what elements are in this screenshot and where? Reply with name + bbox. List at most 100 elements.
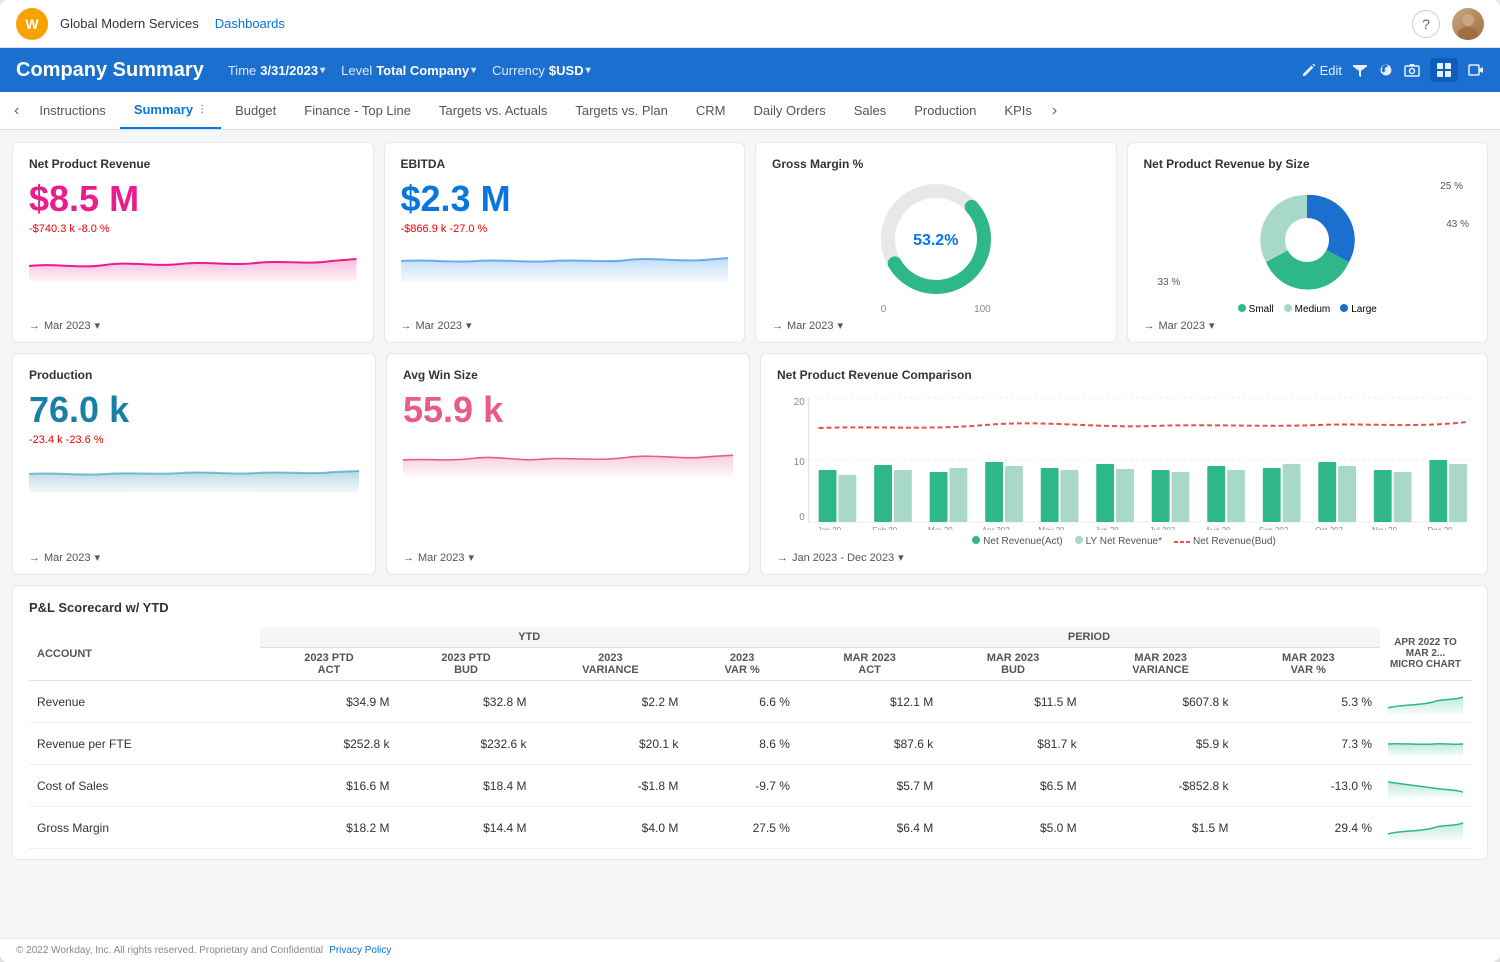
- cell-ytd-bud: $32.8 M: [397, 681, 534, 723]
- kpi-value-net-product-revenue: $8.5 M: [29, 179, 357, 219]
- camera-icon[interactable]: [1404, 62, 1420, 78]
- tab-more-icon[interactable]: ⋮: [197, 104, 207, 115]
- svg-text:Oct 202..: Oct 202..: [1315, 526, 1347, 530]
- card-gross-margin: Gross Margin % 53.2% 0 100: [755, 142, 1117, 343]
- col-ytd-act: 2023 PTDACT: [260, 648, 397, 681]
- card-footer-net-product-revenue[interactable]: → Mar 2023 ▾: [29, 319, 357, 332]
- app-footer: © 2022 Workday, Inc. All rights reserved…: [0, 938, 1500, 962]
- card-production: Production 76.0 k -23.4 k -23.6 %: [12, 353, 376, 575]
- cell-period-var-pct: -13.0 %: [1237, 765, 1380, 807]
- kpi-value-avg-win-size: 55.9 k: [403, 390, 733, 430]
- pie-chart-area: 25 % 43 % 33 %: [1144, 179, 1472, 300]
- cell-ytd-var: $2.2 M: [534, 681, 686, 723]
- tab-crm[interactable]: CRM: [682, 92, 740, 129]
- footer-arrow-icon: →: [29, 552, 40, 564]
- tab-targets-vs-actuals[interactable]: Targets vs. Actuals: [425, 92, 561, 129]
- small-dot: [1238, 304, 1246, 312]
- cell-period-var: $1.5 M: [1085, 807, 1237, 849]
- ly-net-revenue-dot: [1075, 536, 1083, 544]
- cell-period-bud: $6.5 M: [941, 765, 1084, 807]
- table-row: Revenue per FTE $252.8 k $232.6 k $20.1 …: [29, 723, 1471, 765]
- footer-arrow-icon: →: [772, 320, 783, 332]
- kpi-delta-net-product-revenue: -$740.3 k -8.0 %: [29, 223, 357, 235]
- cell-account: Gross Margin: [29, 807, 260, 849]
- cell-ytd-bud: $18.4 M: [397, 765, 534, 807]
- bar-chart-area: 20 10 0: [777, 390, 1471, 547]
- tab-production[interactable]: Production: [900, 92, 990, 129]
- sparkline-area-ebitda: [401, 241, 729, 309]
- workday-logo: W: [16, 8, 48, 40]
- footer-arrow-icon: →: [1144, 320, 1155, 332]
- tabs-next-arrow[interactable]: ›: [1046, 92, 1063, 129]
- card-footer-production[interactable]: → Mar 2023 ▾: [29, 551, 359, 564]
- tab-budget[interactable]: Budget: [221, 92, 290, 129]
- tab-instructions[interactable]: Instructions: [25, 92, 119, 129]
- col-group-period: PERIOD: [798, 627, 1380, 648]
- card-footer-revenue-comparison[interactable]: → Jan 2023 - Dec 2023 ▾: [777, 551, 1471, 564]
- footer-arrow-icon: →: [29, 320, 40, 332]
- header-actions: Edit: [1302, 58, 1484, 82]
- cell-period-act: $87.6 k: [798, 723, 941, 765]
- card-footer-avg-win-size[interactable]: → Mar 2023 ▾: [403, 551, 733, 564]
- tab-sales[interactable]: Sales: [840, 92, 901, 129]
- level-value[interactable]: Total Company ▾: [376, 63, 476, 78]
- tabs-prev-arrow[interactable]: ‹: [8, 92, 25, 129]
- cell-period-var: $5.9 k: [1085, 723, 1237, 765]
- card-title-production: Production: [29, 368, 359, 382]
- edit-button[interactable]: Edit: [1302, 63, 1342, 78]
- video-icon[interactable]: [1468, 62, 1484, 78]
- currency-value[interactable]: $USD ▾: [549, 63, 591, 78]
- tab-targets-vs-plan[interactable]: Targets vs. Plan: [561, 92, 682, 129]
- svg-text:10: 10: [794, 457, 805, 468]
- svg-text:Jan 20..: Jan 20..: [817, 526, 845, 530]
- cell-period-act: $5.7 M: [798, 765, 941, 807]
- sparkline-area-avg-win-size: [403, 436, 733, 541]
- cell-period-act: $12.1 M: [798, 681, 941, 723]
- card-footer-gross-margin[interactable]: → Mar 2023 ▾: [772, 319, 1100, 332]
- col-account: ACCOUNT: [29, 627, 260, 681]
- cell-ytd-act: $16.6 M: [260, 765, 397, 807]
- main-content: Net Product Revenue $8.5 M -$740.3 k -8.…: [0, 130, 1500, 938]
- cell-micro-chart: [1380, 723, 1471, 765]
- tab-finance-top-line[interactable]: Finance - Top Line: [290, 92, 425, 129]
- footer-privacy-link[interactable]: Privacy Policy: [329, 945, 391, 956]
- cell-ytd-var-pct: -9.7 %: [686, 765, 798, 807]
- tabs-bar: ‹ Instructions Summary ⋮ Budget Finance …: [0, 92, 1500, 130]
- cell-ytd-var: $4.0 M: [534, 807, 686, 849]
- card-revenue-comparison: Net Product Revenue Comparison 20 10 0: [760, 353, 1488, 575]
- user-avatar[interactable]: [1452, 8, 1484, 40]
- time-filter[interactable]: Time 3/31/2023 ▾: [228, 63, 325, 78]
- level-filter[interactable]: Level Total Company ▾: [341, 63, 476, 78]
- refresh-icon[interactable]: [1378, 62, 1394, 78]
- footer-arrow-icon: →: [777, 552, 788, 564]
- card-title-avg-win-size: Avg Win Size: [403, 368, 733, 382]
- nav-dashboards[interactable]: Dashboards: [215, 16, 285, 31]
- page-title: Company Summary: [16, 59, 204, 82]
- tab-kpis[interactable]: KPIs: [990, 92, 1045, 129]
- tab-summary[interactable]: Summary ⋮: [120, 92, 221, 129]
- cell-ytd-var: $20.1 k: [534, 723, 686, 765]
- footer-copyright: © 2022 Workday, Inc. All rights reserved…: [16, 945, 323, 956]
- col-micro: APR 2022 TO MAR 2...MICRO CHART: [1380, 627, 1471, 681]
- tab-daily-orders[interactable]: Daily Orders: [739, 92, 839, 129]
- col-group-ytd: YTD: [260, 627, 797, 648]
- cell-period-var: -$852.8 k: [1085, 765, 1237, 807]
- filter-icon[interactable]: [1352, 62, 1368, 78]
- scorecard-title: P&L Scorecard w/ YTD: [29, 600, 1471, 615]
- svg-text:Apr 202..: Apr 202..: [982, 526, 1014, 530]
- cell-period-var-pct: 29.4 %: [1237, 807, 1380, 849]
- col-ytd-bud: 2023 PTDBUD: [397, 648, 534, 681]
- currency-filter[interactable]: Currency $USD ▾: [492, 63, 590, 78]
- card-footer-revenue-by-size[interactable]: → Mar 2023 ▾: [1144, 319, 1472, 332]
- grid-icon[interactable]: [1430, 58, 1458, 82]
- kpi-value-ebitda: $2.3 M: [401, 179, 729, 219]
- cell-ytd-act: $34.9 M: [260, 681, 397, 723]
- help-icon[interactable]: ?: [1412, 10, 1440, 38]
- kpi-delta-production: -23.4 k -23.6 %: [29, 434, 359, 446]
- sparkline-area-production: [29, 452, 359, 541]
- col-period-act: MAR 2023ACT: [798, 648, 941, 681]
- time-value[interactable]: 3/31/2023 ▾: [260, 63, 325, 78]
- card-footer-ebitda[interactable]: → Mar 2023 ▾: [401, 319, 729, 332]
- cell-account: Revenue per FTE: [29, 723, 260, 765]
- cell-micro-chart: [1380, 807, 1471, 849]
